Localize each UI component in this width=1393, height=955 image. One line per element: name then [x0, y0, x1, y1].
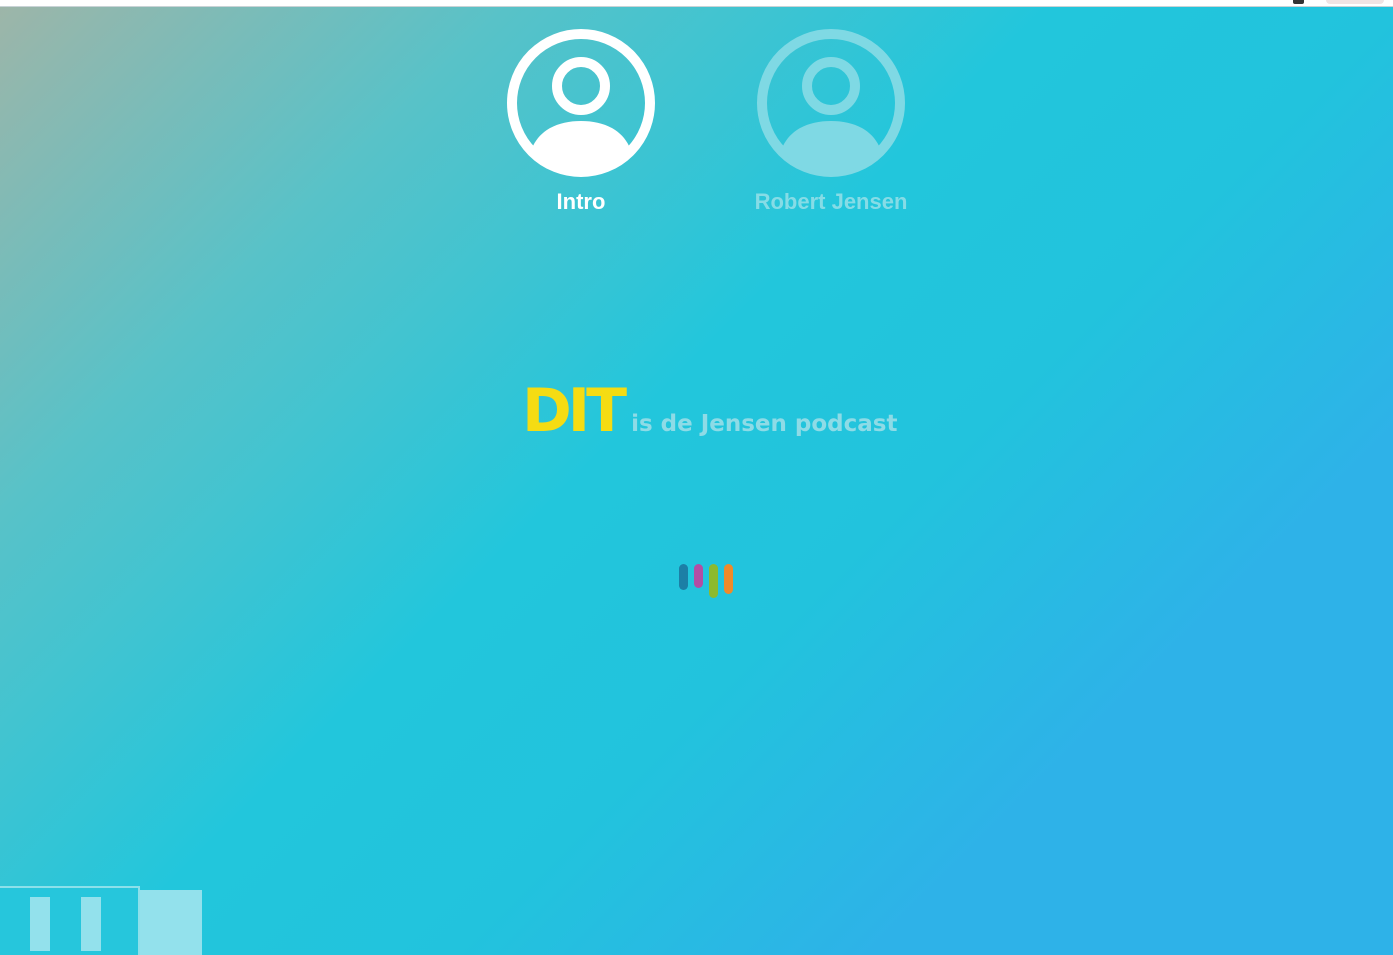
- browser-top-strip: [0, 0, 1393, 7]
- pause-icon: [30, 897, 50, 951]
- speaker-label-robert-jensen: Robert Jensen: [754, 189, 908, 214]
- user-circle-icon: [507, 29, 655, 177]
- speaker-intro[interactable]: Intro: [501, 28, 661, 217]
- loader-bar: [694, 564, 703, 588]
- title-small-text: is de Jensen podcast: [631, 411, 898, 437]
- top-strip-pill: [1326, 0, 1384, 4]
- speaker-label-intro: Intro: [556, 189, 606, 214]
- player-side-block[interactable]: [140, 890, 202, 955]
- pause-icon: [81, 897, 101, 951]
- top-strip-mark: [1293, 0, 1304, 4]
- loader-bar: [709, 564, 718, 598]
- pause-button[interactable]: [0, 886, 140, 955]
- audio-wave-loader-icon: [679, 564, 739, 600]
- user-circle-icon: [757, 29, 905, 177]
- loader-bar: [724, 564, 733, 594]
- podcast-title: DIT is de Jensen podcast: [522, 378, 897, 444]
- loader-bar: [679, 564, 688, 590]
- speaker-robert-jensen[interactable]: Robert Jensen: [751, 28, 911, 217]
- title-big-text: DIT: [522, 376, 627, 446]
